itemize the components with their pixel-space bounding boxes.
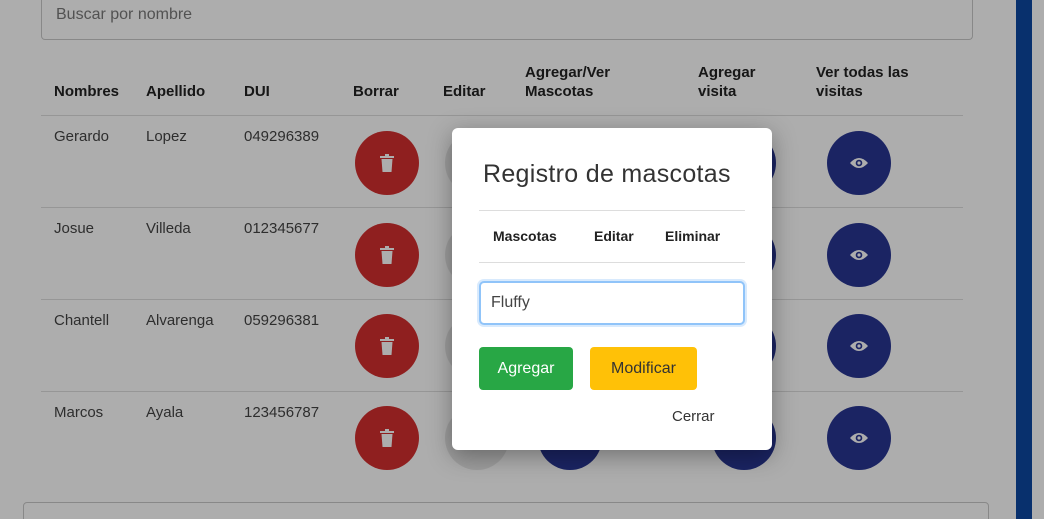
- cerrar-button[interactable]: Cerrar: [672, 408, 715, 425]
- pet-name-input[interactable]: [479, 281, 745, 325]
- divider: [479, 262, 745, 263]
- modal-title: Registro de mascotas: [483, 160, 731, 188]
- modal-header-eliminar: Eliminar: [665, 228, 721, 244]
- divider: [479, 210, 745, 211]
- modificar-button[interactable]: Modificar: [590, 347, 697, 390]
- pets-modal: Registro de mascotas Mascotas Editar Eli…: [452, 128, 772, 450]
- modal-header-editar: Editar: [594, 228, 634, 244]
- agregar-button[interactable]: Agregar: [479, 347, 573, 390]
- modal-header-mascotas: Mascotas: [493, 228, 557, 244]
